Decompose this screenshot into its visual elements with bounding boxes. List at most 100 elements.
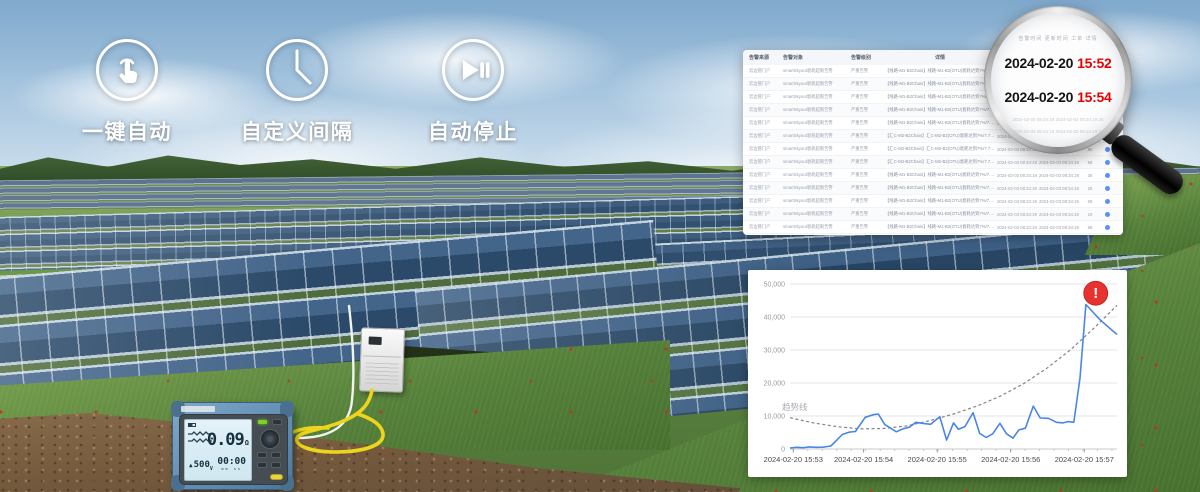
feature-label: 自定义间隔: [241, 116, 354, 146]
cell-obj: smartSkyout衰耗超限告警: [783, 68, 851, 74]
cell-lvl: 严重告警: [851, 211, 885, 217]
feature-badges: 一键自动 自定义间隔 自动停止: [0, 0, 620, 160]
cell-lvl: 严重告警: [851, 146, 885, 152]
cell-t1: 2024-02-03 08:34:19: [997, 160, 1039, 165]
cell-det: 【线路-M1-B2Chain】线路-M1-B2(OTU)衰耗达到7%/7.7%，…: [885, 224, 997, 230]
inverter-screen: [369, 337, 382, 345]
info-icon[interactable]: [1105, 199, 1110, 204]
alarm-chart-svg: 010,00020,00030,00040,00050,0002024-02-2…: [748, 270, 1127, 477]
optical-tester-device: 0.09Ω ▲500V 00:00mm ss: [172, 402, 293, 490]
device-lcd: 0.09Ω ▲500V 00:00mm ss: [184, 419, 252, 481]
tap-icon: [96, 39, 158, 101]
cell-src: 云边管门户: [749, 133, 783, 139]
cell-lvl: 严重告警: [851, 107, 885, 113]
cell-src: 云边管门户: [749, 185, 783, 191]
cell-t1: 2024-02-03 08:34:19: [997, 212, 1039, 217]
cell-det: 【线路-M1-B2Chain】线路-M1-B2(OTU)衰耗达到7%/7.7%，…: [885, 211, 997, 217]
device-button: [257, 462, 267, 468]
cell-t1: 2024-02-03 08:34:19: [997, 199, 1039, 204]
info-icon[interactable]: [1105, 212, 1110, 217]
cell-lvl: 严重告警: [851, 198, 885, 204]
cell-obj: smartSkyout衰耗超限告警: [783, 224, 851, 230]
cell-det: 【线路-M1-B2Chain】线路-M1-B2(OTU)衰耗达到7%/7.7%，…: [885, 172, 997, 178]
device-button: [271, 462, 281, 468]
cell-det: 【汇C-M2-B2Chain】汇C-M2-B2(OTU)衰耗达到7%/7.7%，…: [885, 146, 997, 152]
cell-src: 云边管门户: [749, 172, 783, 178]
column-header: 详情: [885, 54, 997, 61]
info-icon[interactable]: [1105, 173, 1110, 178]
cell-t2: 2024-02-03 08:34:19: [1039, 160, 1081, 165]
cell-t1: 2024-02-03 08:34:19: [997, 173, 1039, 178]
yellow-function-button: [270, 474, 283, 480]
cell-lvl: 严重告警: [851, 159, 885, 165]
table-row: 云边管门户smartSkyout衰耗超限告警严重告警【线路-M1-B2Chain…: [743, 208, 1123, 221]
cell-t1: 2024-02-03 08:34:19: [997, 186, 1039, 191]
cell-obj: smartSkyout衰耗超限告警: [783, 120, 851, 126]
info-icon[interactable]: [1105, 147, 1110, 152]
feature-label: 一键自动: [82, 116, 172, 146]
column-header: 告警级别: [851, 54, 885, 61]
cell-obj: smartSkyout衰耗超限告警: [783, 172, 851, 178]
cell-src: 云边管门户: [749, 224, 783, 230]
cell-tk: 58: [1081, 160, 1101, 165]
cell-obj: smartSkyout衰耗超限告警: [783, 81, 851, 87]
play-pause-icon: [442, 39, 504, 101]
svg-text:30,000: 30,000: [764, 348, 786, 355]
table-row: 云边管门户smartSkyout衰耗超限告警严重告警【线路-M1-B2Chain…: [743, 221, 1123, 234]
magnified-table-header: 告警时间 更新时间 工单 详情: [991, 35, 1125, 42]
table-row: 云边管门户smartSkyout衰耗超限告警严重告警【线路-M1-B2Chain…: [743, 182, 1123, 195]
inverter-box: [359, 327, 405, 392]
table-row: 云边管门户smartSkyout衰耗超限告警严重告警【线路-M1-B2Chain…: [743, 195, 1123, 208]
svg-text:2024-02-20 15:57: 2024-02-20 15:57: [1055, 455, 1114, 464]
svg-text:趋势线: 趋势线: [782, 402, 808, 412]
cell-lvl: 严重告警: [851, 68, 885, 74]
svg-text:!: !: [1093, 285, 1098, 302]
cell-src: 云边管门户: [749, 94, 783, 100]
feature-auto-stop: 自动停止: [393, 39, 553, 146]
cell-det: 【线路-M1-B2Chain】线路-M1-B2(OTU)衰耗达到7%/7.7%，…: [885, 94, 997, 100]
device-buttons: [256, 418, 286, 482]
device-brand-label: [181, 406, 215, 412]
warning-triangle-icon: ▲: [189, 462, 193, 469]
svg-text:2024-02-20 15:54: 2024-02-20 15:54: [834, 455, 893, 464]
column-header: 告警来源: [749, 54, 783, 61]
info-icon[interactable]: [1105, 160, 1110, 165]
device-button: [257, 452, 267, 458]
cell-tk: 59: [1081, 199, 1101, 204]
cell-det: 【汇C-M2-B2Chain】汇C-M2-B2(OTU)衰耗达到7%/7.7%，…: [885, 133, 997, 139]
cell-det: 【线路-M1-B2Chain】线路-M1-B2(OTU)衰耗达到7%/7.7%，…: [885, 81, 997, 87]
info-icon[interactable]: [1105, 186, 1110, 191]
cell-t2: 2024-02-03 08:34:19: [1039, 173, 1081, 178]
cell-t1: 2024-02-03 08:34:19: [997, 225, 1039, 230]
cell-det: 【线路-M1-B2Chain】线路-M1-B2(OTU)衰耗达到7%/7.7%，…: [885, 120, 997, 126]
svg-text:2024-02-20 15:55: 2024-02-20 15:55: [908, 455, 967, 464]
resistance-reading: 0.09Ω: [207, 430, 248, 450]
cell-src: 云边管门户: [749, 68, 783, 74]
cell-det: 【线路-M1-B2Chain】线路-M1-B2(OTU)衰耗达到7%/7.7%，…: [885, 68, 997, 74]
magnified-row: 2024-02-2015:54: [991, 89, 1125, 105]
cell-t2: 2024-02-03 08:34:19: [1039, 212, 1081, 217]
cell-obj: smartSkyout衰耗超限告警: [783, 211, 851, 217]
magnified-row: 2024-02-2015:52: [991, 55, 1125, 71]
cell-tk: 36: [1081, 173, 1101, 178]
cell-lvl: 严重告警: [851, 120, 885, 126]
cell-src: 云边管门户: [749, 198, 783, 204]
cell-lvl: 严重告警: [851, 172, 885, 178]
cell-lvl: 严重告警: [851, 81, 885, 87]
svg-text:2024-02-20 15:53: 2024-02-20 15:53: [764, 455, 823, 464]
info-icon[interactable]: [1105, 225, 1110, 230]
cell-lvl: 严重告警: [851, 133, 885, 139]
cell-lvl: 严重告警: [851, 94, 885, 100]
svg-text:40,000: 40,000: [764, 315, 786, 322]
column-header: 告警对象: [783, 54, 851, 61]
device-front-panel: 0.09Ω ▲500V 00:00mm ss: [179, 414, 288, 485]
cell-src: 云边管门户: [749, 211, 783, 217]
cell-obj: smartSkyout衰耗超限告警: [783, 185, 851, 191]
cell-lvl: 严重告警: [851, 224, 885, 230]
ohm-unit: Ω: [245, 439, 248, 447]
svg-text:2024-02-20 15:56: 2024-02-20 15:56: [981, 455, 1040, 464]
dpad-button: [260, 429, 280, 449]
table-row: 云边管门户smartSkyout衰耗超限告警严重告警【线路-M1-B2Chain…: [743, 169, 1123, 182]
magnifier-lens: 告警时间 更新时间 工单 详情 2024-02-2015:52 2024-02-…: [984, 6, 1132, 154]
svg-text:10,000: 10,000: [764, 414, 786, 421]
